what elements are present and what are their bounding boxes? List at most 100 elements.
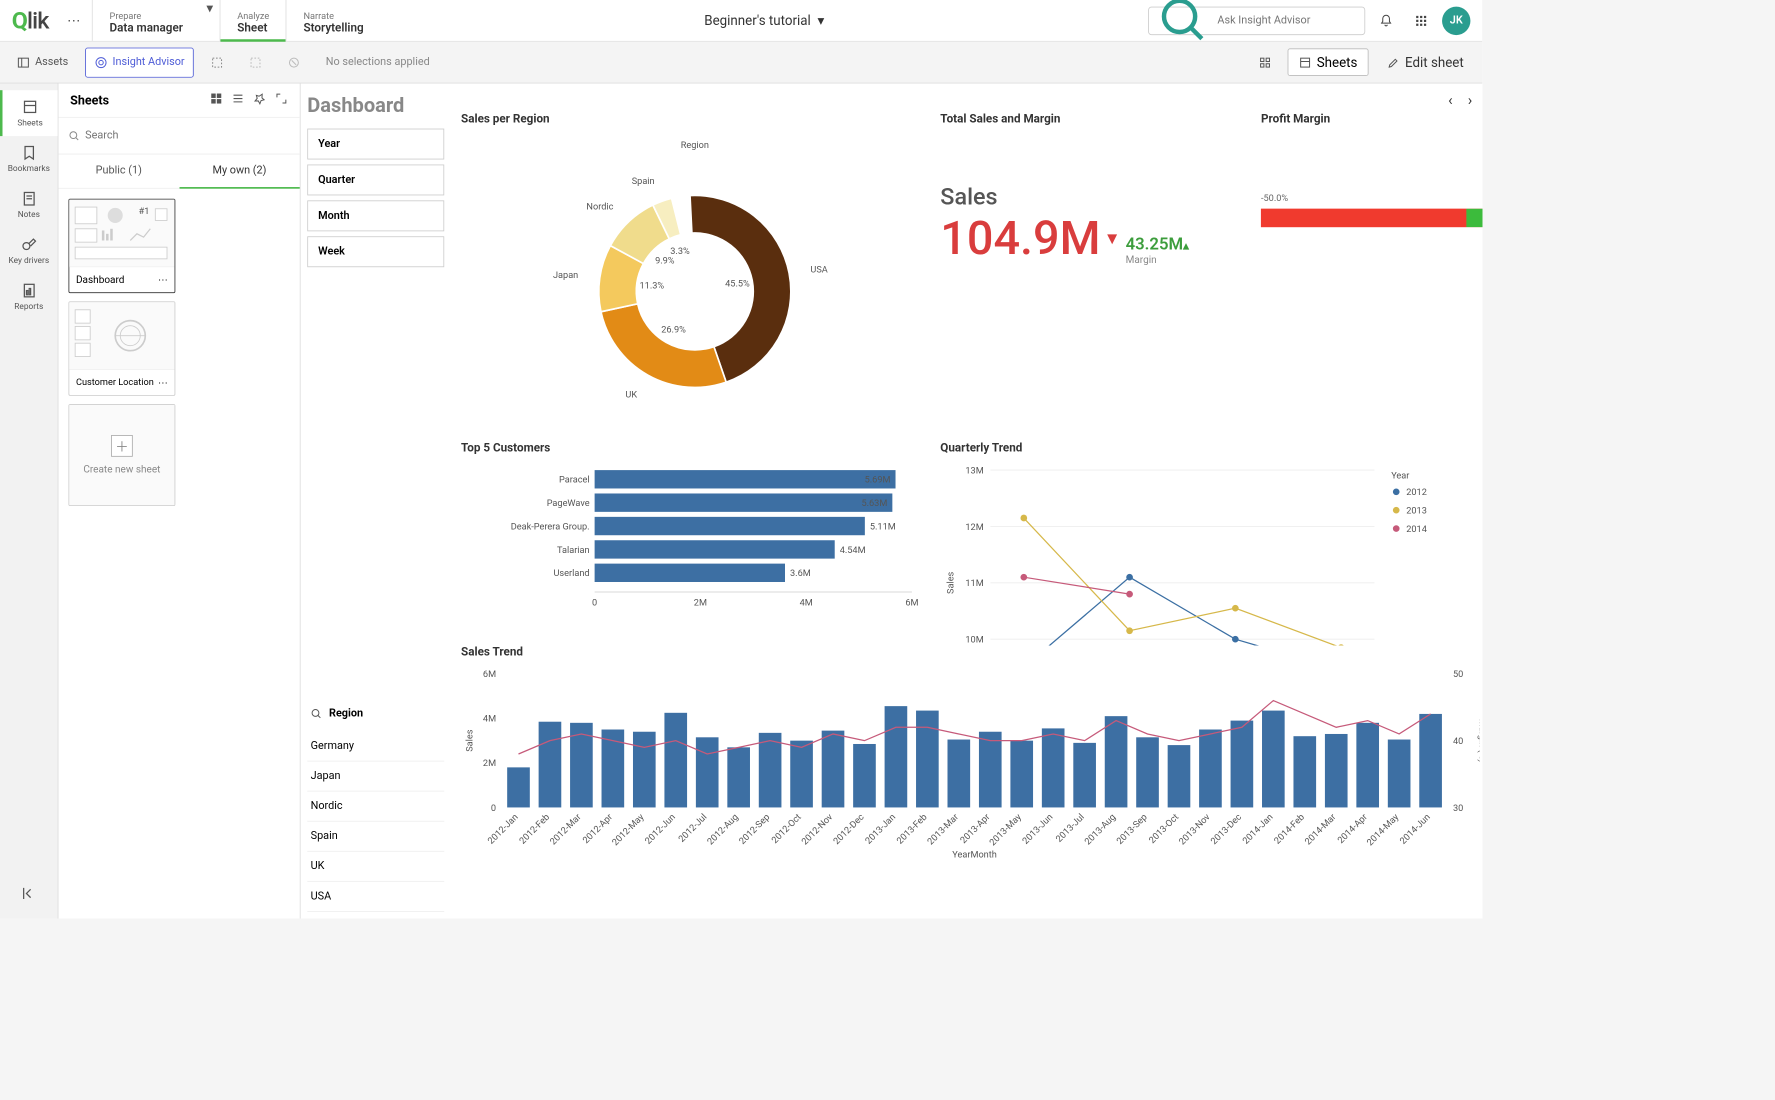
svg-text:4.54M: 4.54M — [840, 545, 866, 556]
chart-title: Total Sales and Margin — [940, 113, 1249, 126]
region-item[interactable]: USA — [307, 882, 444, 912]
insight-search[interactable] — [1148, 6, 1365, 34]
next-sheet-icon[interactable]: › — [1468, 92, 1473, 110]
region-filter-header: Region — [307, 701, 444, 727]
expand-icon[interactable] — [275, 92, 288, 109]
svg-text:13M: 13M — [965, 465, 983, 476]
svg-text:11.3%: 11.3% — [639, 281, 664, 292]
region-item[interactable]: Germany — [307, 731, 444, 761]
kpi-margin-label: Margin — [1125, 254, 1188, 266]
svg-text:2014-May: 2014-May — [1365, 811, 1402, 848]
top5-customers-chart[interactable]: Top 5 Customers Paracel5.69MPageWave5.63… — [461, 442, 929, 634]
kpi-label: Sales — [940, 183, 1249, 211]
mode-tabs: Prepare Data manager ▾ Analyze Sheet Nar… — [92, 0, 380, 41]
svg-text:2012-Feb: 2012-Feb — [517, 812, 552, 847]
grid-view-icon[interactable] — [210, 92, 223, 109]
rail-reports[interactable]: Reports — [0, 274, 58, 320]
svg-text:2014-Jan: 2014-Jan — [1241, 812, 1276, 847]
svg-text:USA: USA — [810, 264, 827, 275]
svg-text:2013-Sep: 2013-Sep — [1114, 812, 1149, 847]
svg-text:11M: 11M — [965, 578, 983, 589]
gauge-low: -50.0% — [1261, 193, 1288, 204]
edit-sheet-button[interactable]: Edit sheet — [1377, 49, 1474, 75]
chevron-down-icon[interactable]: ▾ — [200, 0, 220, 41]
filter-year[interactable]: Year — [307, 129, 444, 160]
sheet-thumb-preview: #1 — [69, 200, 174, 267]
svg-text:5.11M: 5.11M — [870, 521, 896, 532]
app-title[interactable]: Beginner's tutorial ▾ — [380, 13, 1148, 29]
rail-sheets[interactable]: Sheets — [0, 90, 58, 136]
svg-text:Margin (%): Margin (%) — [1477, 719, 1480, 763]
svg-text:2013-Dec: 2013-Dec — [1209, 812, 1244, 847]
svg-text:Spain: Spain — [632, 176, 655, 187]
top-bar: Qlik ⋯ Prepare Data manager ▾ Analyze Sh… — [0, 0, 1482, 42]
svg-text:Nordic: Nordic — [586, 202, 613, 213]
svg-text:Sales: Sales — [946, 571, 957, 594]
clear-selections-icon[interactable] — [279, 51, 309, 74]
filter-quarter[interactable]: Quarter — [307, 164, 444, 195]
create-sheet-button[interactable]: ＋ Create new sheet — [68, 404, 175, 506]
svg-text:6M: 6M — [905, 597, 918, 608]
tab-prepare[interactable]: Prepare Data manager — [92, 0, 200, 41]
svg-text:3.6M: 3.6M — [790, 568, 811, 579]
smart-search-icon[interactable] — [202, 51, 232, 74]
selections-tool-icon[interactable] — [1251, 48, 1279, 76]
svg-text:YearMonth: YearMonth — [952, 850, 997, 858]
avatar[interactable]: JK — [1442, 6, 1470, 34]
more-icon[interactable]: ⋯ — [158, 377, 168, 389]
page-title: Dashboard — [307, 90, 444, 123]
region-item[interactable]: Spain — [307, 822, 444, 852]
assets-toggle[interactable]: Assets — [8, 51, 76, 74]
quarterly-trend-chart[interactable]: Quarterly Trend 9M10M11M12M13MQ1Q2Q3Q4Sa… — [940, 442, 1482, 634]
donut-chart: RegionUSA45.5%UK26.9%Japan11.3%Nordic9.9… — [461, 133, 929, 425]
assets-search-input[interactable] — [67, 124, 292, 147]
sheet-thumb-preview — [69, 302, 174, 369]
bell-icon[interactable] — [1372, 6, 1400, 34]
assets-tab-myown[interactable]: My own (2) — [179, 154, 300, 188]
more-icon[interactable]: ⋯ — [158, 274, 168, 286]
list-view-icon[interactable] — [231, 92, 244, 109]
apps-grid-icon[interactable] — [1407, 6, 1435, 34]
app-menu-icon[interactable]: ⋯ — [55, 13, 92, 29]
svg-text:2012-Nov: 2012-Nov — [799, 811, 835, 847]
chevron-down-icon: ▾ — [817, 13, 824, 29]
rail-bookmarks[interactable]: Bookmarks — [0, 136, 58, 182]
region-item[interactable]: UK — [307, 852, 444, 882]
svg-text:2013-May: 2013-May — [987, 811, 1024, 848]
rail-notes[interactable]: Notes — [0, 182, 58, 228]
pin-icon[interactable] — [253, 92, 266, 109]
rail-keydrivers[interactable]: Key drivers — [0, 228, 58, 274]
svg-text:2013: 2013 — [1406, 506, 1427, 517]
sheets-button[interactable]: Sheets — [1287, 48, 1368, 76]
region-item[interactable]: Nordic — [307, 792, 444, 822]
sheet-thumb-dashboard[interactable]: #1 Dashboard⋯ — [68, 199, 175, 293]
svg-text:2M: 2M — [694, 597, 707, 608]
filter-week[interactable]: Week — [307, 236, 444, 267]
selections-back-icon[interactable] — [241, 51, 271, 74]
insight-advisor-button[interactable]: Insight Advisor — [85, 47, 194, 77]
left-rail: Sheets Bookmarks Notes Key drivers Repor… — [0, 84, 58, 919]
tab-analyze[interactable]: Analyze Sheet — [220, 0, 286, 41]
sales-trend-chart[interactable]: Sales Trend 02M4M6M3040502012-Jan2012-Fe… — [461, 645, 1482, 862]
svg-text:2013-Jan: 2013-Jan — [863, 812, 898, 847]
tab-narrate[interactable]: Narrate Storytelling — [286, 0, 380, 41]
svg-text:4M: 4M — [799, 597, 812, 608]
svg-text:2012-May: 2012-May — [610, 811, 647, 848]
region-item[interactable]: Japan — [307, 762, 444, 792]
bar-chart: Paracel5.69MPageWave5.63MDeak-Perera Gro… — [461, 462, 929, 629]
sales-per-region-chart[interactable]: Sales per Region RegionUSA45.5%UK26.9%Ja… — [461, 113, 929, 430]
sheet-thumb-label: Customer Location — [76, 377, 154, 388]
prev-sheet-icon[interactable]: ‹ — [1448, 92, 1453, 110]
insight-search-input[interactable] — [1217, 14, 1356, 27]
combo-chart: 02M4M6M3040502012-Jan2012-Feb2012-Mar201… — [461, 665, 1480, 857]
kpi-margin-value: 43.25M — [1125, 234, 1183, 254]
filter-month[interactable]: Month — [307, 200, 444, 231]
svg-text:5.69M: 5.69M — [865, 475, 891, 486]
svg-text:2012-Aug: 2012-Aug — [705, 812, 741, 848]
svg-text:2012-Dec: 2012-Dec — [831, 812, 866, 847]
svg-text:9.9%: 9.9% — [655, 255, 675, 266]
assets-tab-public[interactable]: Public (1) — [58, 154, 179, 188]
collapse-rail-icon[interactable] — [0, 877, 58, 910]
sheet-thumb-customer-location[interactable]: Customer Location ⋯ — [68, 301, 175, 395]
svg-text:2M: 2M — [483, 758, 496, 769]
